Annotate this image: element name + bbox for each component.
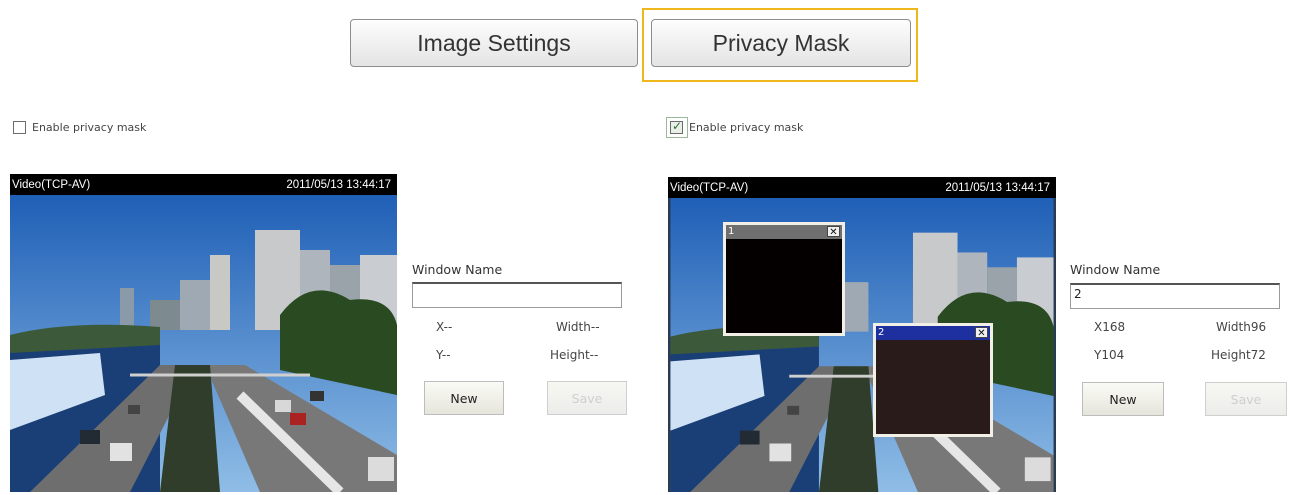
y-value: Y104 bbox=[1094, 348, 1125, 362]
privacy-mask-window-2[interactable]: 2 ✕ bbox=[873, 323, 993, 437]
video-view[interactable]: Video(TCP-AV) 2011/05/13 13:44:17 bbox=[668, 177, 1056, 492]
enable-privacy-mask-label: Enable privacy mask bbox=[32, 121, 147, 134]
y-value: Y-- bbox=[436, 348, 451, 362]
x-value: X168 bbox=[1094, 320, 1126, 334]
mask-titlebar[interactable]: 1 ✕ bbox=[726, 225, 842, 239]
tab-privacy-mask[interactable]: Privacy Mask bbox=[651, 19, 911, 67]
enable-privacy-mask-row[interactable]: Enable privacy mask bbox=[13, 121, 146, 134]
enable-privacy-mask-checkbox[interactable] bbox=[13, 121, 26, 134]
video-title: Video(TCP-AV) bbox=[670, 181, 749, 194]
privacy-mask-window-1[interactable]: 1 ✕ bbox=[723, 222, 845, 336]
mask-label: 1 bbox=[728, 226, 735, 237]
save-button[interactable]: Save bbox=[1205, 382, 1287, 416]
tab-image-settings[interactable]: Image Settings bbox=[350, 19, 638, 67]
enable-privacy-mask-label: Enable privacy mask bbox=[689, 121, 804, 134]
video-title: Video(TCP-AV) bbox=[12, 178, 91, 191]
new-button[interactable]: New bbox=[1082, 382, 1164, 416]
new-button[interactable]: New bbox=[424, 381, 504, 415]
video-titlebar: Video(TCP-AV) 2011/05/13 13:44:17 bbox=[668, 177, 1056, 198]
height-value: Height-- bbox=[550, 348, 599, 362]
close-icon[interactable]: ✕ bbox=[975, 327, 988, 339]
height-value: Height72 bbox=[1211, 348, 1266, 362]
mask-titlebar[interactable]: 2 ✕ bbox=[876, 326, 990, 340]
save-button[interactable]: Save bbox=[547, 381, 627, 415]
window-name-input[interactable]: 2 bbox=[1070, 283, 1280, 309]
x-value: X-- bbox=[436, 320, 453, 334]
width-value: Width-- bbox=[556, 320, 600, 334]
window-name-input[interactable] bbox=[412, 282, 622, 308]
video-titlebar: Video(TCP-AV) 2011/05/13 13:44:17 bbox=[10, 174, 397, 195]
video-timestamp: 2011/05/13 13:44:17 bbox=[945, 181, 1050, 194]
window-name-label: Window Name bbox=[412, 262, 503, 277]
video-view[interactable]: Video(TCP-AV) 2011/05/13 13:44:17 bbox=[10, 174, 397, 492]
checkmark-icon: ✓ bbox=[672, 119, 683, 133]
video-timestamp: 2011/05/13 13:44:17 bbox=[286, 178, 391, 191]
enable-privacy-mask-checkbox[interactable]: ✓ bbox=[670, 119, 683, 134]
window-name-label: Window Name bbox=[1070, 262, 1161, 277]
video-frame-image bbox=[10, 195, 397, 492]
mask-label: 2 bbox=[878, 327, 885, 338]
close-icon[interactable]: ✕ bbox=[827, 226, 840, 238]
width-value: Width96 bbox=[1216, 320, 1267, 334]
enable-privacy-mask-row[interactable]: ✓ Enable privacy mask bbox=[670, 119, 804, 134]
